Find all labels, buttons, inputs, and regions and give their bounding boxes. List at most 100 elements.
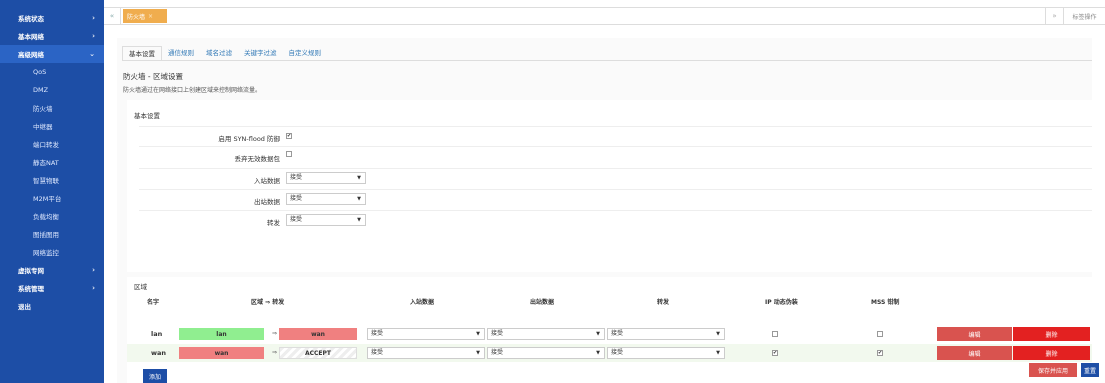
delete-button[interactable]: 删除 — [1013, 327, 1090, 341]
tab-custom-rules[interactable]: 自定义规则 — [283, 46, 328, 61]
sidebar-item-vpn[interactable]: 虚拟专网 › — [0, 261, 104, 279]
syn-flood-row: 启用 SYN-flood 防御 ✔ — [139, 126, 1092, 146]
zone-badge: wan — [179, 347, 264, 359]
sidebar-sub-port-forward[interactable]: 端口转发 — [0, 135, 104, 153]
tab-basic[interactable]: 基本设置 — [122, 46, 162, 61]
tab-keyword-filter[interactable]: 关键字过滤 — [238, 46, 283, 61]
syn-flood-checkbox[interactable]: ✔ — [286, 133, 292, 139]
caret-down-icon: ▼ — [716, 331, 720, 337]
sidebar-item-logout[interactable]: 退出 — [0, 297, 104, 315]
caret-down-icon: ▼ — [357, 175, 361, 181]
tab-ops-dropdown[interactable]: 标签操作 — [1063, 8, 1105, 24]
zone-name: lan — [151, 330, 163, 338]
forward-target-badge: wan — [279, 328, 357, 340]
add-zone-button[interactable]: 添加 — [143, 369, 167, 383]
input-select[interactable]: 接受 ▼ — [286, 172, 366, 184]
caret-down-icon: ▼ — [357, 217, 361, 223]
caret-down-icon: ▼ — [596, 331, 600, 337]
zone-output-select[interactable]: 接受 ▼ — [487, 328, 605, 340]
zone-badge: lan — [179, 328, 264, 340]
edit-button[interactable]: 编辑 — [937, 327, 1012, 341]
drop-invalid-label: 丢弃无效数据包 — [234, 155, 281, 163]
zone-input-select[interactable]: 接受 ▼ — [367, 328, 485, 340]
forward-row: 转发 接受 ▼ — [139, 210, 1092, 230]
table-row: wan wan ⇒ ACCEPT 接受 ▼ 接受 ▼ 接受 ▼ ✔ ✔ 编辑 删除 — [127, 344, 1092, 362]
table-row: lan lan ⇒ wan 接受 ▼ 接受 ▼ 接受 ▼ 编辑 删除 — [127, 325, 1092, 343]
sidebar-sub-qos[interactable]: QoS — [0, 63, 104, 81]
sidebar-sub-load-balance[interactable]: 负载均衡 — [0, 207, 104, 225]
col-mss-clamp: MSS 钳制 — [871, 299, 900, 306]
col-forward: 转发 — [657, 299, 670, 306]
sidebar-sub-app[interactable]: 图插图用 — [0, 225, 104, 243]
zone-input-select[interactable]: 接受 ▼ — [367, 347, 485, 359]
zones-legend: 区域 — [134, 283, 147, 291]
tabs-divider — [122, 60, 1092, 61]
output-select[interactable]: 接受 ▼ — [286, 193, 366, 205]
col-masquerade: IP 动态伪装 — [765, 299, 798, 306]
caret-down-icon: ▼ — [716, 350, 720, 356]
drop-invalid-checkbox[interactable] — [286, 151, 292, 157]
arrow-icon: ⇒ — [272, 330, 278, 337]
tab-bar: « 防火墙 × » 标签操作 — [104, 7, 1105, 25]
forward-target-badge: ACCEPT — [279, 347, 357, 359]
masquerade-checkbox[interactable]: ✔ — [772, 350, 778, 356]
output-label: 出站数据 — [254, 198, 280, 206]
sidebar-sub-static-nat[interactable]: 静态NAT — [0, 153, 104, 171]
save-apply-button[interactable]: 保存并应用 — [1029, 363, 1077, 377]
syn-flood-label: 启用 SYN-flood 防御 — [218, 135, 280, 143]
drop-invalid-row: 丢弃无效数据包 — [139, 146, 1092, 166]
tab-firewall[interactable]: 防火墙 × — [123, 9, 167, 23]
zone-forward-select[interactable]: 接受 ▼ — [607, 347, 725, 359]
sidebar-sub-firewall[interactable]: 防火墙 — [0, 99, 104, 117]
close-icon[interactable]: × — [148, 13, 153, 20]
forward-label: 转发 — [267, 219, 280, 227]
sidebar-sub-m2m[interactable]: M2M平台 — [0, 189, 104, 207]
chevron-right-icon: › — [92, 284, 95, 292]
mss-clamp-checkbox[interactable] — [877, 331, 883, 337]
col-name: 名字 — [147, 299, 160, 306]
sidebar-sub-relay[interactable]: 中继器 — [0, 117, 104, 135]
chevron-down-icon: ⌄ — [89, 50, 95, 58]
reset-button[interactable]: 重置 — [1081, 363, 1099, 377]
page-tabs: 基本设置 通信规则 域名过滤 关键字过滤 自定义规则 — [122, 46, 327, 61]
chevron-right-icon: › — [92, 14, 95, 22]
scroll-left-icon[interactable]: « — [104, 8, 121, 24]
output-row: 出站数据 接受 ▼ — [139, 189, 1092, 209]
sidebar-item-basic-network[interactable]: 基本网络 › — [0, 27, 104, 45]
main-panel: 基本设置 通信规则 域名过滤 关键字过滤 自定义规则 防火墙 - 区域设置 防火… — [117, 38, 1092, 383]
sidebar-sub-dmz[interactable]: DMZ — [0, 81, 104, 99]
input-label: 入站数据 — [254, 177, 280, 185]
sidebar-sub-monitor[interactable]: 网络监控 — [0, 243, 104, 261]
zone-name: wan — [151, 349, 167, 357]
col-zone-forward: 区域 ⇒ 转发 — [251, 299, 285, 306]
caret-down-icon: ▼ — [476, 331, 480, 337]
masquerade-checkbox[interactable] — [772, 331, 778, 337]
col-output: 出站数据 — [530, 299, 555, 306]
arrow-icon: ⇒ — [272, 349, 278, 356]
tab-traffic-rules[interactable]: 通信规则 — [162, 46, 200, 61]
caret-down-icon: ▼ — [357, 196, 361, 202]
sidebar-item-advanced-network[interactable]: 高级网络 ⌄ — [0, 45, 104, 63]
page-title: 防火墙 - 区域设置 — [123, 72, 183, 81]
tab-domain-filter[interactable]: 域名过滤 — [200, 46, 238, 61]
delete-button[interactable]: 删除 — [1013, 346, 1090, 360]
zones-panel: 区域 名字 区域 ⇒ 转发 入站数据 出站数据 转发 IP 动态伪装 MSS 钳… — [127, 277, 1092, 383]
caret-down-icon: ▼ — [476, 350, 480, 356]
basic-settings-panel: 基本设置 启用 SYN-flood 防御 ✔ 丢弃无效数据包 入站数据 接受 ▼ … — [127, 100, 1092, 272]
edit-button[interactable]: 编辑 — [937, 346, 1012, 360]
sidebar-sub-iot[interactable]: 智慧物联 — [0, 171, 104, 189]
sidebar-item-system-admin[interactable]: 系统管理 › — [0, 279, 104, 297]
zone-forward-select[interactable]: 接受 ▼ — [607, 328, 725, 340]
zone-output-select[interactable]: 接受 ▼ — [487, 347, 605, 359]
sidebar-item-system-status[interactable]: 系统状态 › — [0, 9, 104, 27]
caret-down-icon: ▼ — [596, 350, 600, 356]
mss-clamp-checkbox[interactable]: ✔ — [877, 350, 883, 356]
page-description: 防火墙通过在网络接口上创建区域来控制网络流量。 — [123, 87, 262, 94]
chevron-right-icon: › — [92, 32, 95, 40]
chevron-right-icon: › — [92, 266, 95, 274]
forward-select[interactable]: 接受 ▼ — [286, 214, 366, 226]
scroll-right-icon[interactable]: » — [1045, 8, 1063, 24]
input-row: 入站数据 接受 ▼ — [139, 168, 1092, 188]
sidebar: 系统状态 › 基本网络 › 高级网络 ⌄ QoS DMZ 防火墙 中继器 端口转发 静… — [0, 0, 104, 383]
basic-settings-legend: 基本设置 — [134, 112, 160, 120]
